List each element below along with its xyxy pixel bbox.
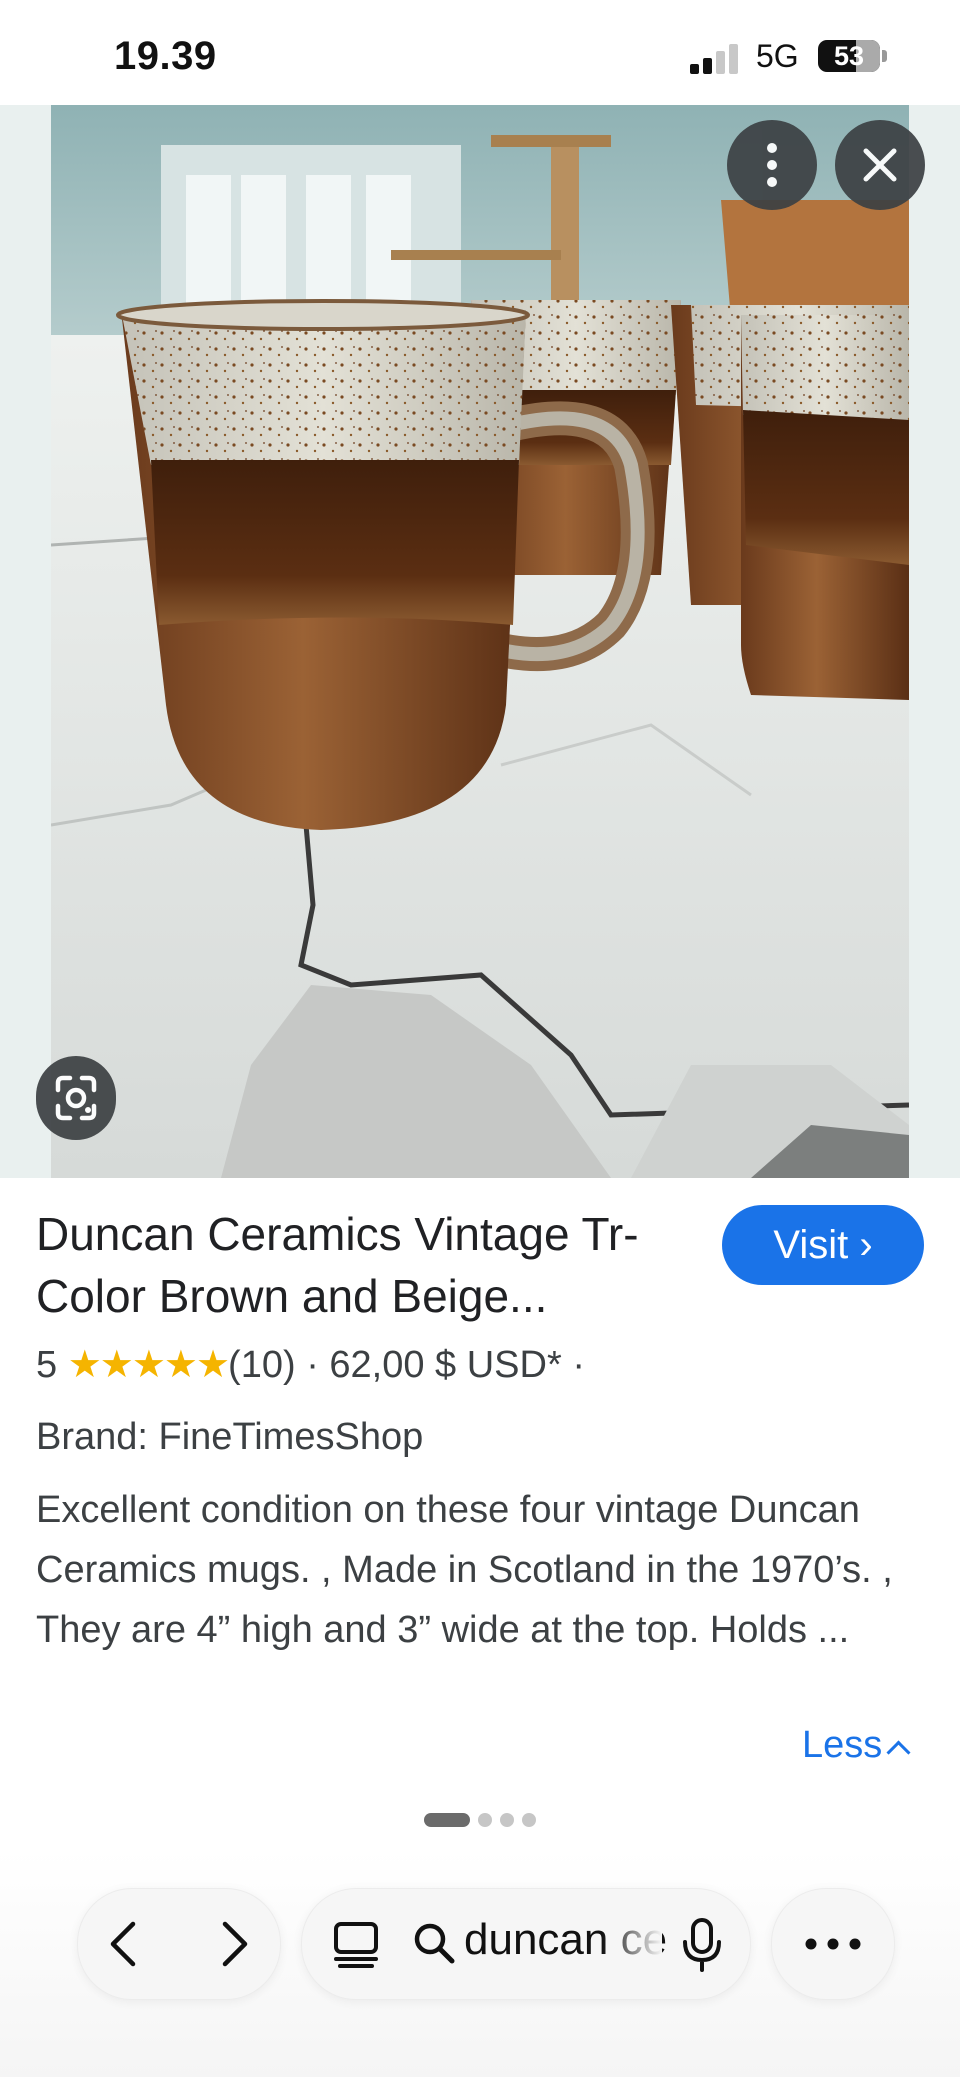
product-description: Excellent condition on these four vintag… <box>36 1489 893 1651</box>
page-dot <box>522 1813 536 1827</box>
lens-icon <box>55 1075 97 1121</box>
more-vert-icon <box>767 143 777 187</box>
tabs-icon[interactable] <box>328 1916 384 1972</box>
more-options-button[interactable] <box>727 120 817 210</box>
price: · 62,00 $ USD* · <box>306 1344 585 1386</box>
close-icon <box>863 148 897 182</box>
network-label: 5G <box>756 38 799 74</box>
chevron-up-icon <box>886 1740 911 1765</box>
navigation-pill <box>77 1888 281 2000</box>
address-bar[interactable]: duncan ce <box>301 1888 751 2000</box>
status-time: 19.39 <box>114 34 217 78</box>
page-dot <box>478 1813 492 1827</box>
rating-value: 5 <box>36 1344 58 1386</box>
product-title[interactable]: Duncan Ceramics Vintage Tr-Color Brown a… <box>36 1203 686 1327</box>
image-viewer[interactable] <box>0 105 960 1178</box>
page-dot <box>424 1813 470 1827</box>
product-image[interactable] <box>51 105 909 1178</box>
less-button[interactable]: Less <box>802 1724 911 1767</box>
page-dot <box>500 1813 514 1827</box>
back-icon[interactable] <box>95 1914 155 1974</box>
brand-label: Brand: FineTimesShop <box>36 1416 424 1458</box>
battery-tip <box>882 50 887 62</box>
visit-button[interactable]: Visit › <box>722 1205 924 1285</box>
text-fade <box>602 1899 662 1989</box>
more-menu-button[interactable] <box>771 1888 895 2000</box>
close-button[interactable] <box>835 120 925 210</box>
search-icon <box>414 1923 455 1964</box>
battery-icon: 53 <box>818 40 880 72</box>
status-bar: 19.39 5G 53 <box>0 0 960 105</box>
less-label: Less <box>802 1724 883 1766</box>
star-rating-icon: ★★★★★ <box>67 1344 230 1386</box>
lens-search-button[interactable] <box>36 1056 116 1140</box>
review-count: (10) <box>228 1344 296 1386</box>
rating-row: 5 ★★★★★(10) · 62,00 $ USD* · <box>36 1342 585 1387</box>
signal-icon <box>690 42 742 74</box>
more-horiz-icon <box>805 1938 861 1950</box>
forward-icon[interactable] <box>203 1914 263 1974</box>
mic-icon[interactable] <box>677 1914 727 1974</box>
battery-level: 53 <box>833 41 865 71</box>
